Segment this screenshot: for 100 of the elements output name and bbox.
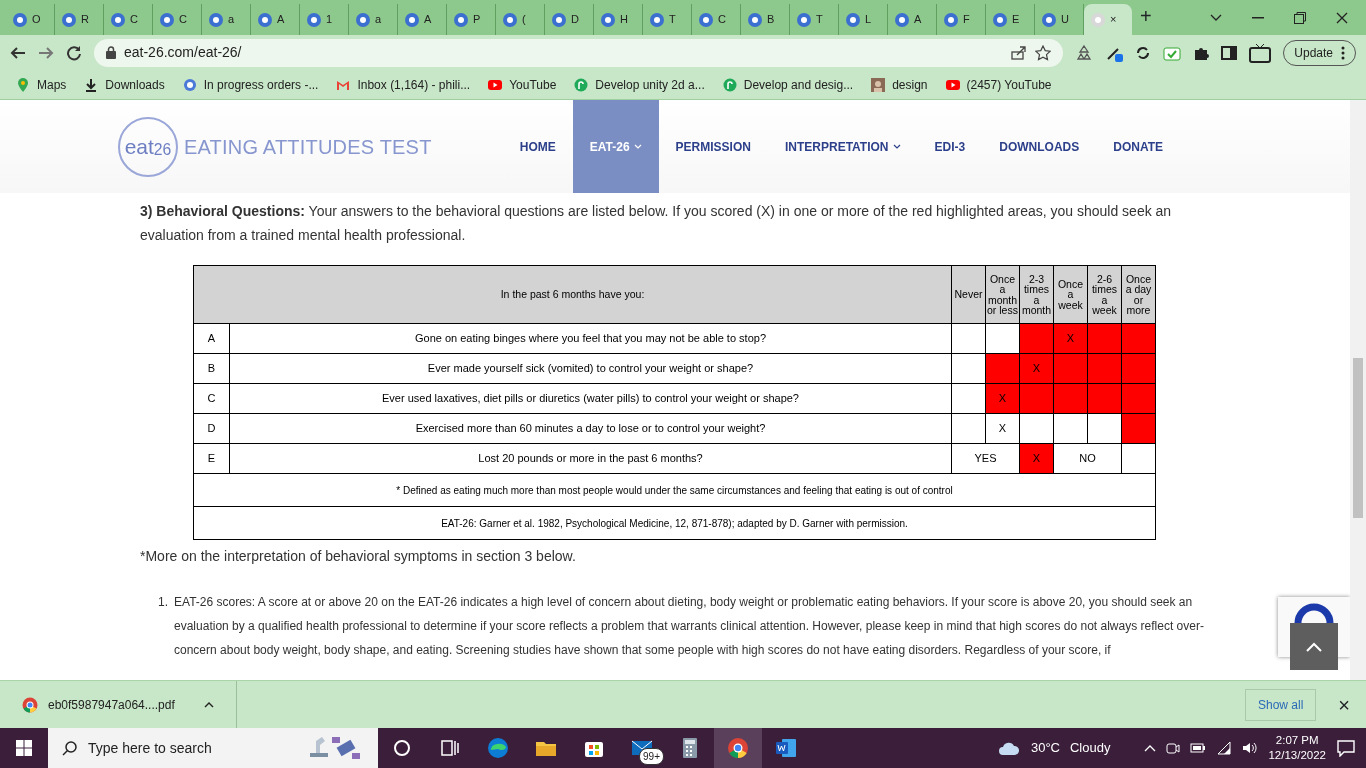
notification-badge: 99+ — [639, 748, 664, 765]
sidebar-icon[interactable] — [1221, 45, 1238, 60]
bookmark[interactable]: In progress orders -... — [182, 75, 319, 94]
wifi-icon[interactable] — [1216, 741, 1233, 755]
bookmark[interactable]: (2457) YouTube — [945, 75, 1052, 94]
clock-time: 2:07 PM — [1274, 733, 1320, 748]
table-cell: Ever made yourself sick (vomited) to control your weight or shape? — [229, 353, 952, 384]
browser-icon — [726, 736, 750, 760]
bookmark[interactable]: YouTube — [488, 75, 557, 94]
download-icon — [84, 77, 99, 92]
back-icon[interactable] — [10, 44, 26, 61]
site-icon — [306, 11, 322, 28]
list-number: 1. — [158, 594, 168, 611]
bookmark[interactable]: Develop and desig... — [722, 75, 854, 94]
reload-icon[interactable] — [66, 44, 82, 61]
caret-up-icon[interactable] — [1144, 744, 1157, 752]
column-header: Once a day or more — [1121, 265, 1156, 324]
bookmark[interactable]: design — [871, 75, 928, 94]
battery-icon[interactable] — [1190, 742, 1207, 754]
nav-link[interactable]: DONATE — [1096, 100, 1180, 193]
nav-link[interactable]: PERMISSION — [658, 100, 768, 193]
restore-icon[interactable] — [1294, 11, 1306, 24]
play-icon — [945, 77, 960, 92]
bookmark[interactable]: Develop unity 2d a... — [574, 75, 705, 94]
table-cell: A — [193, 323, 230, 354]
speaker-icon[interactable] — [1242, 741, 1259, 755]
avatar-icon — [871, 77, 886, 92]
browser-icon — [486, 736, 510, 760]
site-icon — [600, 11, 616, 28]
site-icon — [404, 11, 420, 28]
nav-link[interactable]: EDI-3 — [917, 100, 983, 193]
url-text: eat-26.com/eat-26/ — [124, 43, 243, 62]
column-header: 2-3 times a month — [1019, 265, 1054, 324]
column-header: Once a month or less — [985, 265, 1020, 324]
bookmark[interactable]: Maps — [16, 75, 67, 94]
table-cell: X — [985, 413, 1020, 444]
column-header: 2-6 times a week — [1087, 265, 1122, 324]
tv-icon[interactable] — [1249, 42, 1272, 63]
table-cell: Ever used laxatives, diet pills or diuretics (water pills) to control your weight or shape? — [229, 383, 952, 414]
browser-icon — [22, 696, 38, 713]
site-icon — [12, 11, 28, 28]
site-icon — [992, 11, 1008, 28]
circle-icon — [182, 77, 197, 92]
browser-tab[interactable]: × — [1084, 4, 1132, 35]
notification-icon[interactable] — [1336, 739, 1356, 757]
nav-link[interactable]: DOWNLOADS — [982, 100, 1097, 193]
forward-icon[interactable] — [38, 44, 54, 61]
weather-condition: Cloudy — [1069, 739, 1111, 758]
taskbar-app[interactable] — [714, 728, 762, 768]
windows-logo-icon — [16, 740, 32, 756]
site-icon — [355, 11, 371, 28]
column-header: Once a week — [1053, 265, 1088, 324]
sync-icon[interactable] — [1135, 44, 1152, 61]
site-logo[interactable]: eat$_{26}$ — [118, 116, 178, 177]
intro-paragraph: 3) Behavioral Questions: Your answers to the behavioral questions are listed below. If you scored (X) in one or more of the red highlighted areas, you should seek an evaluation from a trained mental health professional. — [140, 202, 1173, 245]
site-icon — [649, 11, 665, 28]
show-all-button[interactable]: Show all — [1244, 688, 1317, 721]
caret-up-icon — [204, 701, 214, 708]
bookmark[interactable]: Inbox (1,164) - phili... — [336, 75, 471, 94]
column-header: Never — [951, 265, 986, 324]
table-cell: C — [193, 383, 230, 414]
minimize-icon[interactable] — [1252, 16, 1264, 19]
chevron-down-icon[interactable] — [1210, 13, 1222, 22]
site-icon — [796, 11, 812, 28]
site-icon — [1041, 11, 1057, 28]
caret-up-icon — [1306, 641, 1322, 652]
site-icon — [453, 11, 469, 28]
bookmark[interactable]: Downloads — [84, 75, 165, 94]
new-tab-button[interactable]: + — [1140, 1, 1152, 31]
site-icon — [61, 11, 77, 28]
scrollbar-thumb[interactable] — [1353, 358, 1363, 518]
list-text: EAT-26 scores: A score at or above 20 on the EAT-26 indicates a high level of concern about dieting, body weight or problematic eating behaviors. If your score is above 20, you should seek an evaluation by a qualified health professional to determine if your score reflects a problem that warrants clinical attention. However, please keep in mind that high scores do not always reflect over-concern about body weight, body shape, and eating. Screening studies have shown that some people with high scores do not have eating disorders. Regardless of your score, if — [174, 594, 1205, 659]
site-icon — [551, 11, 567, 28]
table-cell: NO — [1053, 443, 1122, 474]
nav-link[interactable]: INTERPRETATION — [767, 100, 918, 193]
close-icon[interactable] — [1336, 11, 1348, 24]
site-icon — [943, 11, 959, 28]
camera-icon[interactable] — [1166, 741, 1181, 755]
site-icon — [257, 11, 273, 28]
site-icon — [159, 11, 175, 28]
star-icon[interactable] — [1035, 44, 1052, 61]
site-icon — [698, 11, 714, 28]
site-icon — [1090, 11, 1106, 28]
recycle-icon[interactable] — [1075, 43, 1094, 62]
share-icon[interactable] — [1011, 45, 1028, 60]
table-cell: D — [193, 413, 230, 444]
clock-date: 12/13/2022 — [1268, 748, 1326, 763]
scrollbar[interactable] — [1350, 100, 1366, 680]
taskbar-app[interactable]: 99+ — [618, 728, 666, 768]
temperature: 30°C — [1030, 739, 1060, 758]
map-pin-icon — [16, 77, 30, 92]
address-bar[interactable]: eat-26.com/eat-26/ — [94, 38, 1064, 67]
site-icon — [845, 11, 861, 28]
close-button[interactable]: × — [1330, 685, 1358, 724]
nav-link[interactable]: HOME — [502, 100, 573, 193]
site-icon — [747, 11, 763, 28]
table-cell: Gone on eating binges where you feel that you may not be able to stop? — [229, 323, 952, 354]
search-field[interactable]: Type here to search — [48, 728, 378, 768]
extension-check-icon[interactable] — [1163, 44, 1182, 61]
play-icon — [488, 77, 503, 92]
